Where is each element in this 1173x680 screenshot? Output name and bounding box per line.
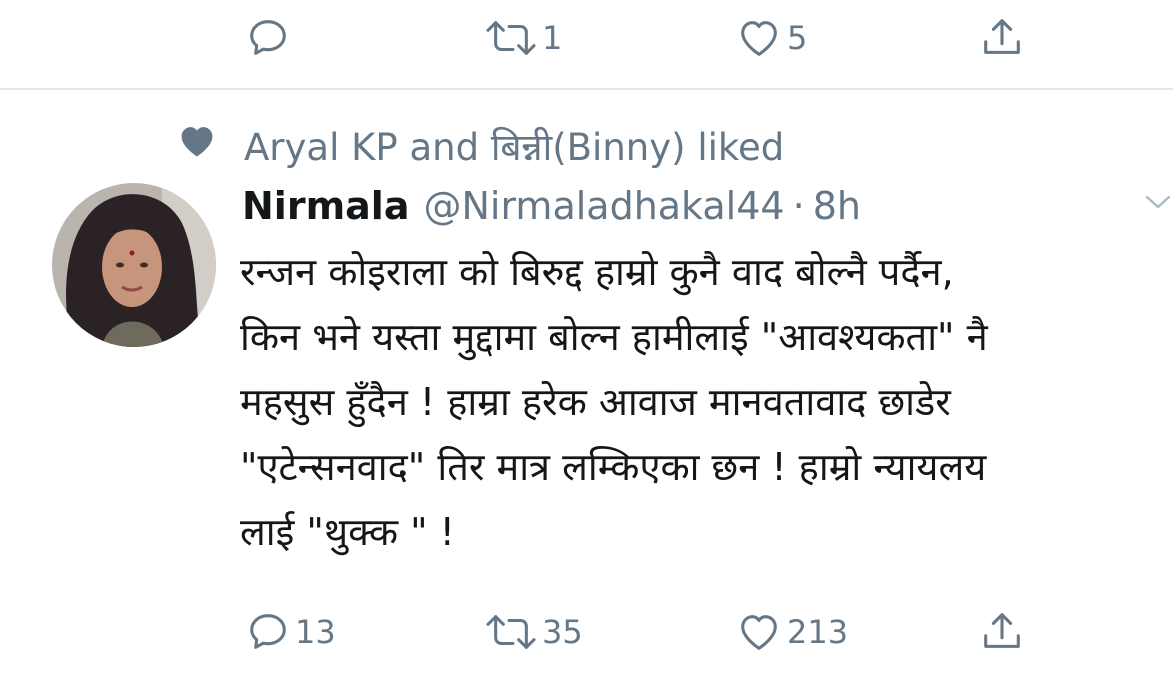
- reply-icon: [245, 609, 291, 655]
- tweet-divider: [0, 88, 1173, 90]
- timestamp[interactable]: 8h: [813, 184, 861, 228]
- tweet-text: रन्जन कोइराला को बिरुद्द हाम्रो कुनै वाद…: [240, 240, 1160, 565]
- social-context-text: Aryal KP and बिन्नी(Binny) liked: [244, 125, 785, 169]
- like-count: 213: [787, 613, 849, 651]
- like-button[interactable]: 5: [735, 8, 807, 68]
- reply-button[interactable]: 13: [245, 602, 336, 662]
- tweet-header: Nirmala @Nirmaladhakal44 · 8h: [242, 178, 861, 234]
- tweet-actions: 13 35 213: [0, 602, 1173, 662]
- tweet-text-line: किन भने यस्ता मुद्दामा बोल्न हामीलाई "आव…: [240, 315, 988, 359]
- tweet-text-line: लाई "थुक्क " !: [240, 510, 455, 554]
- tweet-text-line: "एटेन्सनवाद" तिर मात्र लम्किएका छन ! हाम…: [240, 445, 987, 489]
- heart-outline-icon: [735, 15, 783, 61]
- avatar[interactable]: [52, 183, 216, 347]
- heart-outline-icon: [735, 609, 783, 655]
- retweet-icon: [484, 609, 538, 655]
- tweet-text-line: महसुस हुँदैन ! हाम्रा हरेक आवाज मानवतावा…: [240, 380, 951, 424]
- reply-button[interactable]: [245, 8, 295, 68]
- chevron-down-icon[interactable]: [1143, 190, 1173, 218]
- user-handle[interactable]: @Nirmaladhakal44: [423, 184, 784, 228]
- tweet-text-line: रन्जन कोइराला को बिरुद्द हाम्रो कुनै वाद…: [240, 250, 954, 294]
- share-button[interactable]: [978, 602, 1026, 662]
- like-count: 5: [787, 19, 808, 57]
- share-button[interactable]: [978, 8, 1026, 68]
- heart-icon: [178, 124, 216, 167]
- separator-dot: ·: [792, 184, 805, 228]
- like-button[interactable]: 213: [735, 602, 848, 662]
- retweet-button[interactable]: 35: [484, 602, 583, 662]
- reply-icon: [245, 15, 291, 61]
- share-icon: [978, 609, 1026, 655]
- display-name[interactable]: Nirmala: [242, 184, 409, 228]
- reply-count: 13: [295, 613, 336, 651]
- share-icon: [978, 15, 1026, 61]
- timeline: 1 5 Aryal KP and बिन्नी(Binny) liked Nir…: [0, 0, 1173, 680]
- retweet-count: 1: [542, 19, 563, 57]
- previous-tweet-actions: 1 5: [0, 8, 1173, 68]
- retweet-icon: [484, 15, 538, 61]
- retweet-button[interactable]: 1: [484, 8, 562, 68]
- retweet-count: 35: [542, 613, 583, 651]
- social-context[interactable]: Aryal KP and बिन्नी(Binny) liked: [178, 118, 784, 172]
